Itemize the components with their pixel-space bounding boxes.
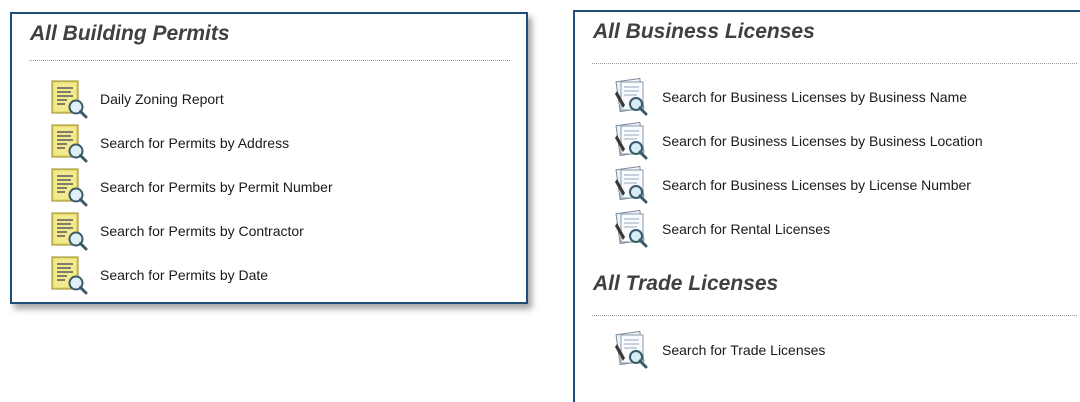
link-business-by-license-number[interactable]: Search for Business Licenses by License … [575,163,1080,207]
business-licenses-divider [592,63,1077,64]
link-business-by-location[interactable]: Search for Business Licenses by Business… [575,119,1080,163]
link-trade-licenses[interactable]: Search for Trade Licenses [575,328,1080,372]
permit-search-icon [49,255,89,295]
license-search-icon [611,330,651,370]
link-permits-by-date[interactable]: Search for Permits by Date [12,253,526,297]
link-label[interactable]: Search for Trade Licenses [662,342,825,358]
link-label[interactable]: Search for Business Licenses by Business… [662,89,967,105]
permit-search-icon [49,123,89,163]
permit-search-icon [49,211,89,251]
link-permits-by-address[interactable]: Search for Permits by Address [12,121,526,165]
trade-licenses-list: Search for Trade Licenses [575,328,1080,372]
license-search-icon [611,77,651,117]
link-label[interactable]: Search for Permits by Permit Number [100,179,333,195]
link-daily-zoning-report[interactable]: Daily Zoning Report [12,77,526,121]
link-business-by-name[interactable]: Search for Business Licenses by Business… [575,75,1080,119]
permit-search-icon [49,167,89,207]
link-permits-by-contractor[interactable]: Search for Permits by Contractor [12,209,526,253]
link-label[interactable]: Search for Business Licenses by Business… [662,133,983,149]
link-label[interactable]: Search for Permits by Contractor [100,223,304,239]
link-label[interactable]: Search for Permits by Date [100,267,268,283]
business-licenses-title: All Business Licenses [593,20,815,43]
building-permits-panel: All Building Permits Daily Zoning Report… [10,12,528,304]
trade-licenses-title: All Trade Licenses [593,272,779,295]
link-rental-licenses[interactable]: Search for Rental Licenses [575,207,1080,251]
building-permits-title: All Building Permits [30,22,230,45]
trade-licenses-divider [592,315,1077,316]
licenses-panel: All Business Licenses Search for Busines… [573,10,1080,402]
zoning-report-icon [49,79,89,119]
link-label[interactable]: Search for Rental Licenses [662,221,830,237]
link-label[interactable]: Search for Permits by Address [100,135,289,151]
link-permits-by-number[interactable]: Search for Permits by Permit Number [12,165,526,209]
link-label[interactable]: Daily Zoning Report [100,91,224,107]
building-permits-divider [29,60,510,61]
license-search-icon [611,121,651,161]
building-permits-list: Daily Zoning Report Search for Permits b… [12,77,526,297]
link-label[interactable]: Search for Business Licenses by License … [662,177,971,193]
business-licenses-list: Search for Business Licenses by Business… [575,75,1080,251]
license-search-icon [611,209,651,249]
license-search-icon [611,165,651,205]
